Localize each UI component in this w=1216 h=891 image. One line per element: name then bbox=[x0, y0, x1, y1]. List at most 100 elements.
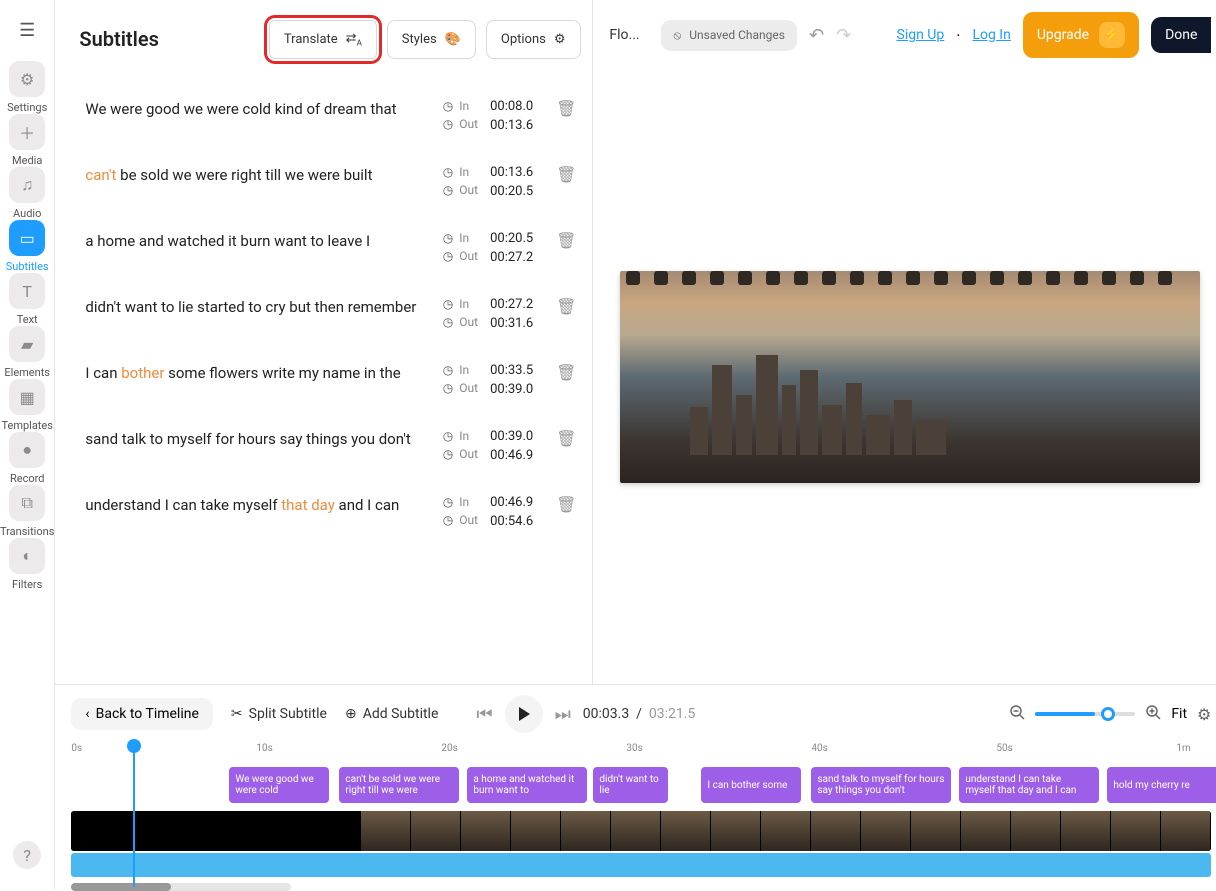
forward-button[interactable]: ⏭ bbox=[555, 704, 571, 725]
palette-icon: 🎨 bbox=[445, 32, 461, 47]
translate-button[interactable]: Translate⇄A bbox=[269, 20, 377, 59]
video-preview[interactable] bbox=[620, 271, 1200, 483]
zoom-out-button[interactable] bbox=[1009, 704, 1025, 725]
sidebar-item-media[interactable]: ＋Media bbox=[0, 114, 54, 167]
time-in[interactable]: 00:27.2 bbox=[490, 297, 544, 312]
sidebar: ☰ ⚙Settings＋Media♫Audio▭SubtitlesTText▰E… bbox=[0, 0, 55, 889]
sidebar-item-elements[interactable]: ▰Elements bbox=[0, 326, 54, 379]
delete-button[interactable]: 🗑 bbox=[556, 297, 576, 316]
menu-toggle[interactable]: ☰ bbox=[19, 20, 35, 41]
help-icon[interactable]: ? bbox=[13, 841, 41, 869]
circle-icon: ● bbox=[9, 432, 45, 468]
delete-button[interactable]: 🗑 bbox=[556, 495, 576, 514]
subtitle-text[interactable]: can't be sold we were right till we were… bbox=[85, 165, 430, 186]
time-in[interactable]: 00:13.6 bbox=[490, 165, 544, 180]
add-subtitle-button[interactable]: ⊕Add Subtitle bbox=[345, 706, 438, 722]
sidebar-item-text[interactable]: TText bbox=[0, 273, 54, 326]
time-out[interactable]: 00:27.2 bbox=[490, 250, 544, 265]
sidebar-item-filters[interactable]: ◐Filters bbox=[0, 538, 54, 591]
cc-icon: ▭ bbox=[9, 220, 45, 256]
time-out[interactable]: 00:13.6 bbox=[490, 118, 544, 133]
split-subtitle-button[interactable]: ✂Split Subtitle bbox=[231, 706, 327, 722]
sidebar-item-transitions[interactable]: ⧉Transitions bbox=[0, 485, 54, 538]
subtitle-text[interactable]: didn't want to lie started to cry but th… bbox=[85, 297, 430, 318]
delete-button[interactable]: 🗑 bbox=[556, 363, 576, 382]
timeline-settings-button[interactable]: ⚙ bbox=[1197, 705, 1211, 724]
time-out[interactable]: 00:39.0 bbox=[490, 382, 544, 397]
options-button[interactable]: Options⚙ bbox=[486, 20, 581, 59]
video-track[interactable] bbox=[71, 811, 1211, 851]
chevron-left-icon: ‹ bbox=[85, 706, 89, 722]
note-icon: ♫ bbox=[9, 167, 45, 203]
delete-button[interactable]: 🗑 bbox=[556, 165, 576, 184]
project-name[interactable]: Flo... bbox=[609, 27, 649, 43]
subtitle-clip[interactable]: sand talk to myself for hours say things… bbox=[811, 767, 951, 803]
redo-button[interactable]: ↷ bbox=[836, 25, 851, 46]
T-icon: T bbox=[9, 273, 45, 309]
subtitle-track[interactable]: We were good we were cold can't be sold w… bbox=[71, 767, 1211, 807]
timeline-scrollbar[interactable] bbox=[71, 883, 291, 891]
upgrade-button[interactable]: Upgrade⚡ bbox=[1023, 12, 1139, 58]
subtitle-row[interactable]: sand talk to myself for hours say things… bbox=[79, 413, 582, 479]
zoom-in-button[interactable] bbox=[1145, 704, 1161, 725]
subtitle-text[interactable]: a home and watched it burn want to leave… bbox=[85, 231, 430, 252]
signup-link[interactable]: Sign Up bbox=[897, 27, 945, 43]
timeline-ruler[interactable]: 0s10s20s30s40s50s1m bbox=[71, 743, 1211, 763]
clock-icon: ◷ bbox=[443, 99, 453, 113]
half-icon: ◐ bbox=[9, 538, 45, 574]
plus-icon: ＋ bbox=[9, 114, 45, 150]
sidebar-item-templates[interactable]: ▦Templates bbox=[0, 379, 54, 432]
styles-button[interactable]: Styles🎨 bbox=[387, 20, 476, 59]
login-link[interactable]: Log In bbox=[972, 27, 1010, 43]
subtitle-clip[interactable]: can't be sold we were right till we were bbox=[339, 767, 459, 803]
undo-button[interactable]: ↶ bbox=[809, 25, 824, 46]
subtitle-clip[interactable]: a home and watched it burn want to bbox=[467, 767, 587, 803]
subtitle-text[interactable]: sand talk to myself for hours say things… bbox=[85, 429, 430, 450]
gear-icon: ⚙ bbox=[554, 32, 566, 47]
play-button[interactable] bbox=[505, 695, 543, 733]
time-in[interactable]: 00:39.0 bbox=[490, 429, 544, 444]
time-out[interactable]: 00:54.6 bbox=[490, 514, 544, 529]
sidebar-item-subtitles[interactable]: ▭Subtitles bbox=[0, 220, 54, 273]
translate-icon: ⇄A bbox=[346, 31, 362, 48]
rewind-button[interactable]: ⏮ bbox=[476, 704, 492, 725]
time-out[interactable]: 00:31.6 bbox=[490, 316, 544, 331]
delete-button[interactable]: 🗑 bbox=[556, 429, 576, 448]
sidebar-item-audio[interactable]: ♫Audio bbox=[0, 167, 54, 220]
subtitles-panel: Subtitles Translate⇄A Styles🎨 Options⚙ W… bbox=[55, 0, 593, 684]
clock-icon: ◷ bbox=[443, 381, 453, 395]
time-in[interactable]: 00:08.0 bbox=[490, 99, 544, 114]
done-button[interactable]: Done bbox=[1151, 17, 1211, 53]
subtitle-clip[interactable]: We were good we were cold bbox=[229, 767, 329, 803]
time-in[interactable]: 00:20.5 bbox=[490, 231, 544, 246]
subtitle-clip[interactable]: didn't want to lie bbox=[593, 767, 668, 803]
time-out[interactable]: 00:20.5 bbox=[490, 184, 544, 199]
sidebar-item-settings[interactable]: ⚙Settings bbox=[0, 61, 54, 114]
subtitle-row[interactable]: understand I can take myself that day an… bbox=[79, 479, 582, 545]
subtitle-row[interactable]: can't be sold we were right till we were… bbox=[79, 149, 582, 215]
subtitle-row[interactable]: We were good we were cold kind of dream … bbox=[79, 83, 582, 149]
delete-button[interactable]: 🗑 bbox=[556, 231, 576, 250]
subtitle-clip[interactable]: I can bother some bbox=[701, 767, 801, 803]
playhead[interactable] bbox=[133, 747, 135, 887]
subtitle-clip[interactable]: hold my cherry re bbox=[1107, 767, 1216, 803]
subtitle-row[interactable]: a home and watched it burn want to leave… bbox=[79, 215, 582, 281]
subtitle-text[interactable]: I can bother some flowers write my name … bbox=[85, 363, 430, 384]
subtitle-row[interactable]: I can bother some flowers write my name … bbox=[79, 347, 582, 413]
time-in[interactable]: 00:33.5 bbox=[490, 363, 544, 378]
timeline: ‹Back to Timeline ✂Split Subtitle ⊕Add S… bbox=[55, 684, 1216, 889]
back-to-timeline-button[interactable]: ‹Back to Timeline bbox=[71, 698, 213, 730]
subtitle-clip[interactable]: understand I can take myself that day an… bbox=[959, 767, 1099, 803]
fit-button[interactable]: Fit bbox=[1171, 706, 1187, 722]
sidebar-item-record[interactable]: ●Record bbox=[0, 432, 54, 485]
subtitle-text[interactable]: understand I can take myself that day an… bbox=[85, 495, 430, 516]
subtitle-row[interactable]: didn't want to lie started to cry but th… bbox=[79, 281, 582, 347]
clock-icon: ◷ bbox=[443, 513, 453, 527]
time-in[interactable]: 00:46.9 bbox=[490, 495, 544, 510]
subtitle-text[interactable]: We were good we were cold kind of dream … bbox=[85, 99, 430, 120]
delete-button[interactable]: 🗑 bbox=[556, 99, 576, 118]
clock-icon: ◷ bbox=[443, 315, 453, 329]
time-out[interactable]: 00:46.9 bbox=[490, 448, 544, 463]
zoom-slider[interactable] bbox=[1035, 712, 1135, 716]
audio-track[interactable] bbox=[71, 853, 1211, 877]
